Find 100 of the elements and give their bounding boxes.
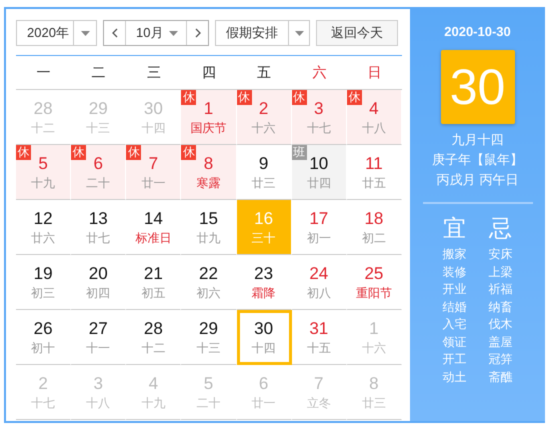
month-select[interactable]: 10月 [125,21,187,45]
almanac-item: 结婚 [442,298,466,316]
day-cell[interactable]: 11 廿五 [346,145,402,200]
day-cell[interactable]: 休 6 二十 [71,145,126,200]
day-number: 29 [199,318,218,338]
day-cell[interactable]: 30 十四 [236,310,292,365]
lunar-date: 十四 [252,340,276,356]
day-cell[interactable]: 13 廿七 [71,200,126,255]
holiday-select[interactable]: 假期安排 [215,20,310,46]
day-number: 25 [364,264,384,284]
day-cell[interactable]: 18 初二 [346,200,402,255]
day-cell[interactable]: 17 初一 [292,200,347,255]
almanac-item: 纳畜 [488,298,512,316]
day-status-badge: 休 [292,90,307,105]
lunar-date: 十八 [362,120,386,136]
almanac-item: 开业 [442,281,466,298]
day-number: 5 [38,154,48,174]
lunar-date: 初五 [141,286,166,300]
lunar-date: 廿三 [362,396,386,410]
lunar-date: 初六 [196,286,220,300]
day-cell[interactable]: 20 初四 [71,255,126,310]
chevron-right-icon [194,28,200,38]
day-number: 6 [93,154,103,174]
almanac-heading: 忌 [489,214,512,242]
day-status-badge: 休 [181,145,196,160]
day-number: 2 [258,98,268,118]
lunar-date: 初二 [362,230,386,246]
year-select[interactable]: 2020年 [16,20,97,46]
day-cell[interactable]: 27 十一 [71,310,126,365]
lunar-date: 廿一 [141,176,166,190]
day-number: 22 [199,264,218,284]
day-cell[interactable]: 28 十二 [126,310,182,365]
day-cell[interactable]: 休 7 廿一 [126,145,182,200]
day-number: 5 [204,374,214,394]
day-cell[interactable]: 休 3 十七 [292,90,347,145]
day-cell[interactable]: 休 4 十八 [346,90,402,145]
lunar-date: 廿七 [86,230,110,246]
day-number: 2 [38,374,48,394]
day-number: 4 [369,98,379,118]
day-cell[interactable]: 休 8 寒露 [181,145,237,200]
lunar-date: 廿六 [31,230,56,246]
lunar-date: 初八 [306,286,331,300]
almanac-item: 斋醮 [488,368,512,386]
day-number: 16 [254,208,274,228]
day-cell[interactable]: 26 初十 [16,310,72,365]
day-number: 10 [309,154,328,174]
weekday-header: 五 [257,64,272,82]
caret-icon [294,30,304,36]
day-number: 20 [88,264,108,284]
day-status-badge: 休 [16,145,31,160]
lunar-date: 十六 [362,340,386,356]
weekday-header: 四 [202,64,216,82]
day-number: 28 [144,318,163,338]
day-number: 15 [199,208,218,228]
back-to-today-button[interactable]: 返回今天 [316,20,398,46]
day-cell[interactable]: 21 初五 [126,255,182,310]
day-number: 31 [309,318,328,338]
lunar-date: 十六 [252,120,276,136]
caret-icon [169,30,178,36]
day-number: 14 [144,208,163,228]
day-number: 13 [88,208,108,228]
day-number: 26 [34,318,53,338]
day-cell[interactable]: 14 标准日 [126,200,182,255]
lunar-date: 十四 [141,120,166,136]
almanac-item: 开工 [442,351,466,368]
weekday-header: 二 [92,64,106,82]
day-cell[interactable]: 23 霜降 [236,255,292,310]
lunar-date: 十七 [306,120,331,136]
day-cell[interactable]: 31 十五 [292,310,347,365]
day-cell[interactable]: 22 初六 [181,255,237,310]
almanac-item: 上梁 [488,264,512,280]
day-cell[interactable]: 班 10 廿四 [292,145,347,200]
almanac-item: 安床 [488,246,512,263]
big-day-number: 30 [440,50,514,124]
year-ganzhi: 庚子年【鼠年】 [432,151,523,169]
almanac-item: 动土 [442,368,466,386]
lunar-date: 初四 [86,286,110,300]
lunar-date: 十九 [31,176,56,190]
day-cell[interactable]: 休 1 国庆节 [181,90,237,145]
day-number: 29 [88,98,108,118]
day-cell[interactable]: 休 2 十六 [236,90,292,145]
almanac-item: 入宅 [442,316,466,333]
day-cell[interactable]: 25 重阳节 [346,255,402,310]
lunar-date: 立冬 [306,396,331,410]
day-cell[interactable]: 29 十三 [181,310,237,365]
day-number: 30 [144,98,163,118]
day-cell[interactable]: 19 初三 [16,255,72,310]
day-number: 11 [365,154,383,174]
day-number: 1 [204,98,214,118]
caret-icon [80,30,90,36]
day-number: 6 [258,374,268,394]
day-cell[interactable]: 休 5 十九 [16,145,72,200]
day-number: 28 [34,98,53,118]
lunar-date: 初十 [31,340,56,356]
day-cell[interactable]: 24 初八 [292,255,347,310]
day-number: 18 [364,208,384,228]
day-cell[interactable]: 12 廿六 [16,200,72,255]
day-number: 21 [144,264,163,284]
lunar-date: 十九 [141,396,166,410]
day-number: 8 [369,374,379,394]
